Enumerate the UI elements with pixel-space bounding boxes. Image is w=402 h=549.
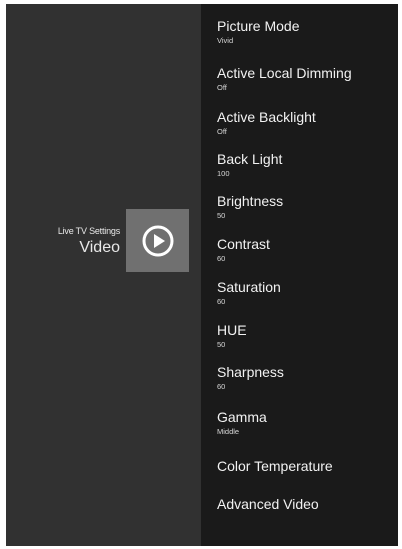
video-section-tile [126,209,189,272]
settings-menu-panel: Picture Mode Vivid Active Local Dimming … [201,4,398,546]
menu-item-hue[interactable]: HUE 50 [217,322,247,349]
menu-item-label: Active Local Dimming [217,65,352,81]
menu-item-label: Contrast [217,236,270,252]
menu-item-advanced-video[interactable]: Advanced Video [217,496,319,513]
menu-item-value: Middle [217,427,240,436]
menu-item-gamma[interactable]: Gamma Middle [217,409,267,436]
menu-item-active-local-dimming[interactable]: Active Local Dimming Off [217,65,352,92]
menu-item-label: Gamma [217,409,267,425]
menu-item-label: Active Backlight [217,109,316,125]
menu-item-active-backlight[interactable]: Active Backlight Off [217,109,316,136]
menu-item-label: Picture Mode [217,18,300,34]
menu-item-value: 60 [217,382,226,391]
play-circle-icon [142,225,173,256]
menu-item-color-temperature[interactable]: Color Temperature [217,458,333,475]
section-caption: Live TV Settings Video [58,226,120,258]
menu-item-sharpness[interactable]: Sharpness 60 [217,364,284,391]
menu-item-value: 60 [217,254,226,263]
menu-item-value: Off [217,83,227,92]
menu-item-value: 50 [217,211,226,220]
menu-item-back-light[interactable]: Back Light 100 [217,151,282,178]
section-subtitle: Live TV Settings [57,226,120,236]
menu-item-label: Saturation [217,279,281,295]
menu-item-value: Vivid [217,36,234,45]
menu-item-label: HUE [217,322,247,338]
menu-item-value: 50 [217,340,226,349]
menu-item-label: Advanced Video [217,496,319,512]
menu-item-label: Back Light [217,151,283,167]
menu-item-label: Brightness [217,193,284,209]
menu-item-value: 60 [217,297,226,306]
menu-item-label: Color Temperature [217,458,333,474]
menu-item-brightness[interactable]: Brightness 50 [217,193,283,220]
section-title: Video [79,239,120,256]
menu-item-picture-mode[interactable]: Picture Mode Vivid [217,18,299,45]
menu-item-value: 100 [217,169,230,178]
menu-item-label: Sharpness [217,364,284,380]
menu-item-contrast[interactable]: Contrast 60 [217,236,270,263]
menu-item-value: Off [217,127,227,136]
settings-screen: Live TV Settings Video Picture Mode Vivi… [6,4,398,546]
menu-item-saturation[interactable]: Saturation 60 [217,279,281,306]
section-panel: Live TV Settings Video [6,4,201,546]
